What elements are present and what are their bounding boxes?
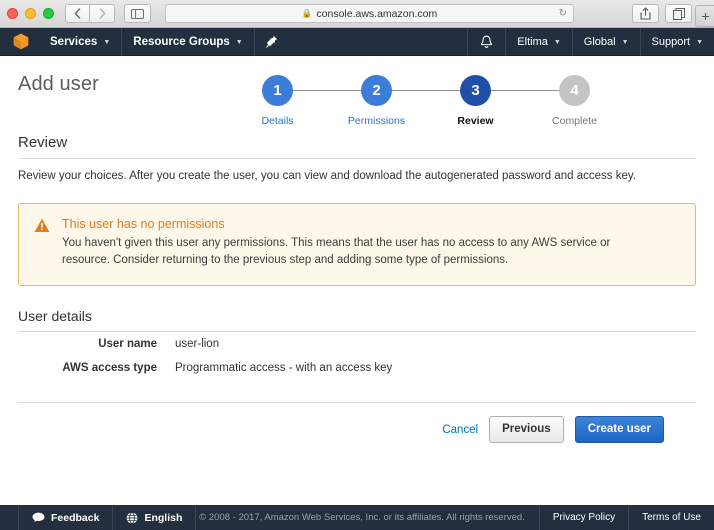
share-button[interactable] [632, 4, 659, 23]
notifications-button[interactable] [467, 28, 505, 56]
aws-console-home-button[interactable] [0, 33, 39, 50]
page-title: Add user [18, 73, 99, 96]
nav-account-menu[interactable]: Eltima ▼ [505, 28, 572, 56]
page-header: Add user 1 Details 2 Permissions [18, 56, 696, 128]
chevron-right-icon [99, 8, 106, 19]
lock-icon: 🔒 [302, 8, 313, 19]
nav-account-label: Eltima [517, 36, 548, 48]
nav-right-group: Eltima ▼ Global ▼ Support ▼ [467, 28, 714, 56]
nav-services-label: Services [50, 36, 97, 48]
url-text: console.aws.amazon.com [316, 8, 437, 20]
wizard-step-permissions[interactable]: 2 Permissions [327, 75, 426, 127]
step-label: Complete [552, 115, 597, 127]
new-tab-overview-icon [673, 8, 685, 20]
chevron-down-icon: ▼ [622, 39, 629, 46]
detail-value: Programmatic access - with an access key [175, 362, 392, 374]
review-heading: Review [18, 134, 696, 159]
warning-text-block: This user has no permissions You haven't… [62, 217, 627, 271]
back-button[interactable] [65, 4, 90, 23]
detail-row-user-name: User name user-lion [18, 332, 696, 356]
nav-support-label: Support [652, 36, 691, 48]
address-bar[interactable]: 🔒 console.aws.amazon.com ↻ [165, 4, 574, 23]
chevron-left-icon [74, 8, 81, 19]
step-connector [392, 90, 460, 91]
warning-triangle-icon [34, 217, 50, 271]
wizard-step-details[interactable]: 1 Details [228, 75, 327, 127]
nav-services-menu[interactable]: Services ▼ [39, 28, 121, 56]
footer-right-group: © 2008 - 2017, Amazon Web Services, Inc.… [185, 505, 714, 530]
aws-top-navigation: Services ▼ Resource Groups ▼ Eltima [0, 28, 714, 56]
detail-value: user-lion [175, 338, 219, 350]
chevron-down-icon: ▼ [236, 39, 243, 46]
pin-icon [266, 35, 278, 48]
navigation-buttons [65, 4, 115, 23]
globe-icon [126, 512, 138, 524]
step-label: Review [457, 115, 493, 127]
maximize-window-button[interactable] [43, 8, 54, 19]
feedback-label: Feedback [51, 512, 99, 524]
cancel-button[interactable]: Cancel [442, 424, 478, 436]
chevron-down-icon: ▼ [103, 39, 110, 46]
wizard-step-review[interactable]: 3 Review [426, 75, 525, 127]
step-connector [491, 90, 559, 91]
speech-bubble-icon [32, 512, 45, 523]
previous-button[interactable]: Previous [489, 416, 564, 443]
show-tabs-button[interactable] [665, 4, 692, 23]
minimize-window-button[interactable] [25, 8, 36, 19]
no-permissions-warning: This user has no permissions You haven't… [18, 203, 696, 287]
share-icon [640, 7, 651, 20]
language-label: English [144, 512, 182, 524]
create-user-button[interactable]: Create user [575, 416, 664, 443]
step-number-badge: 3 [460, 75, 491, 106]
review-description: Review your choices. After you create th… [18, 159, 696, 185]
step-label: Permissions [348, 115, 405, 127]
window-traffic-lights [7, 8, 54, 19]
user-details-heading: User details [18, 308, 696, 332]
forward-button[interactable] [90, 4, 115, 23]
browser-window: 🔒 console.aws.amazon.com ↻ + [0, 0, 714, 530]
nav-pin-button[interactable] [254, 28, 289, 56]
detail-label: AWS access type [18, 362, 175, 374]
nav-region-label: Global [584, 36, 616, 48]
bell-icon [480, 35, 493, 49]
chevron-down-icon: ▼ [696, 39, 703, 46]
language-button[interactable]: English [113, 505, 196, 530]
aws-cube-logo-icon [13, 33, 29, 50]
new-tab-button[interactable]: + [695, 5, 714, 27]
reload-icon[interactable]: ↻ [559, 8, 567, 19]
step-number-badge: 2 [361, 75, 392, 106]
wizard-step-complete: 4 Complete [525, 75, 624, 127]
close-window-button[interactable] [7, 8, 18, 19]
sidebar-toggle-button[interactable] [124, 4, 151, 23]
nav-resource-groups-label: Resource Groups [133, 36, 230, 48]
detail-label: User name [18, 338, 175, 350]
step-number-badge: 1 [262, 75, 293, 106]
step-connector [293, 90, 361, 91]
aws-footer: Feedback English © 2008 - 2017, Amazon W… [0, 505, 714, 530]
step-label: Details [261, 115, 293, 127]
chevron-down-icon: ▼ [554, 39, 561, 46]
sidebar-toggle-icon [131, 9, 144, 19]
nav-region-menu[interactable]: Global ▼ [572, 28, 640, 56]
browser-action-buttons [632, 4, 692, 23]
privacy-policy-link[interactable]: Privacy Policy [539, 505, 628, 530]
nav-support-menu[interactable]: Support ▼ [640, 28, 714, 56]
feedback-button[interactable]: Feedback [18, 505, 113, 530]
wizard-action-bar: Cancel Previous Create user [18, 402, 696, 443]
browser-toolbar: 🔒 console.aws.amazon.com ↻ + [0, 0, 714, 28]
detail-row-access-type: AWS access type Programmatic access - wi… [18, 356, 696, 380]
nav-resource-groups-menu[interactable]: Resource Groups ▼ [121, 28, 253, 56]
terms-of-use-link[interactable]: Terms of Use [628, 505, 714, 530]
page-content: Add user 1 Details 2 Permissions [0, 56, 714, 505]
warning-body: You haven't given this user any permissi… [62, 235, 627, 271]
step-number-badge: 4 [559, 75, 590, 106]
warning-title: This user has no permissions [62, 217, 627, 231]
copyright-text: © 2008 - 2017, Amazon Web Services, Inc.… [185, 512, 539, 523]
wizard-steps: 1 Details 2 Permissions 3 Review [228, 73, 696, 127]
